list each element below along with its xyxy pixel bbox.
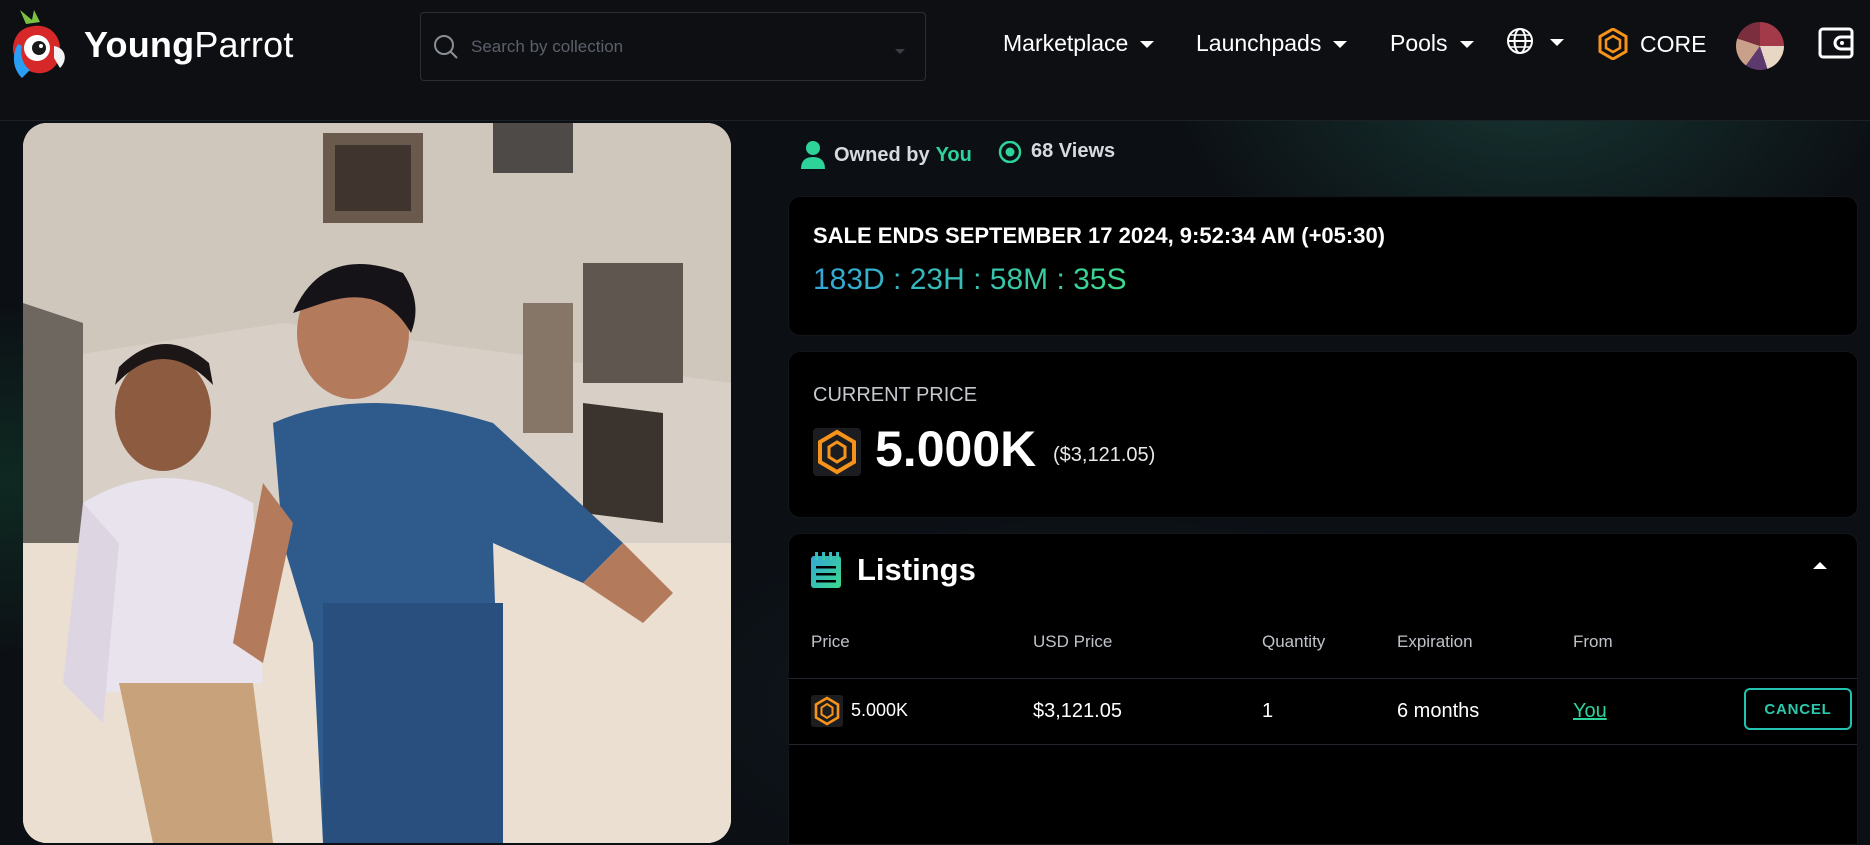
sale-end-title: SALE ENDS SEPTEMBER 17 2024, 9:52:34 AM …: [813, 223, 1386, 248]
col-expiration: Expiration: [1397, 632, 1473, 651]
nav-marketplace[interactable]: Marketplace: [1003, 30, 1155, 57]
row-expiration: 6 months: [1397, 700, 1480, 722]
nav-pools-label: Pools: [1390, 30, 1448, 56]
chevron-down-icon: [1550, 38, 1564, 46]
eye-icon: [998, 140, 1022, 163]
brand-bold: Young: [84, 24, 195, 65]
chevron-down-icon: [1459, 41, 1474, 48]
listings-panel: Listings Price USD Price Quantity Expira…: [788, 533, 1858, 845]
nav-launchpads[interactable]: Launchpads: [1196, 30, 1348, 57]
owner-link[interactable]: You: [936, 144, 972, 167]
notepad-icon: [809, 550, 843, 595]
top-navbar: YoungParrot Marketplace Launchpads Pools: [0, 0, 1870, 121]
nav-pools[interactable]: Pools: [1390, 30, 1474, 57]
owner-info: Owned by You: [800, 140, 972, 170]
chevron-down-icon: [1140, 41, 1155, 48]
view-count: 68 Views: [997, 140, 1115, 163]
user-icon: [801, 141, 825, 169]
row-from-link[interactable]: You: [1573, 700, 1607, 723]
col-quantity: Quantity: [1262, 632, 1326, 651]
search-input[interactable]: [469, 31, 873, 63]
col-usd-price: USD Price: [1033, 632, 1113, 651]
chain-selector[interactable]: CORE: [1598, 28, 1706, 60]
core-token-icon: [813, 428, 861, 476]
current-price-usd: ($3,121.05): [1053, 444, 1156, 466]
search-box[interactable]: [420, 12, 926, 81]
nav-launchpads-label: Launchpads: [1196, 30, 1322, 56]
core-token-icon: [1598, 28, 1628, 60]
language-selector[interactable]: [1506, 27, 1564, 55]
views-label: 68 Views: [1031, 140, 1116, 162]
owner-prefix: Owned by: [834, 143, 930, 166]
col-from: From: [1573, 632, 1613, 651]
table-divider: [789, 744, 1857, 745]
core-token-icon: [811, 695, 843, 727]
sale-countdown-card: SALE ENDS SEPTEMBER 17 2024, 9:52:34 AM …: [788, 196, 1858, 336]
brand-light: Parrot: [194, 24, 294, 65]
current-price-card: CURRENT PRICE 5.000K ($3,121.05): [788, 351, 1858, 518]
row-price: 5.000K: [851, 700, 909, 720]
nav-marketplace-label: Marketplace: [1003, 30, 1129, 56]
nft-image: [23, 123, 731, 843]
chain-label: CORE: [1640, 30, 1707, 57]
sale-countdown: 183D : 23H : 58M : 35S: [813, 263, 1127, 296]
current-price-label: CURRENT PRICE: [813, 384, 978, 406]
chevron-down-icon: [1333, 41, 1348, 48]
row-usd-price: $3,121.05: [1033, 700, 1122, 722]
brand-name[interactable]: YoungParrot: [84, 24, 294, 66]
col-price: Price: [811, 632, 850, 651]
globe-icon: [1507, 28, 1533, 54]
collapse-arrow-icon[interactable]: [1813, 562, 1827, 569]
row-quantity: 1: [1262, 700, 1274, 722]
search-dropdown-icon[interactable]: [895, 49, 905, 54]
parrot-logo-icon[interactable]: [4, 10, 68, 86]
table-divider: [789, 678, 1857, 679]
wallet-icon[interactable]: [1817, 24, 1855, 67]
user-avatar[interactable]: [1736, 22, 1784, 70]
search-icon: [434, 35, 458, 59]
cancel-listing-button[interactable]: CANCEL: [1744, 688, 1852, 730]
current-price-value: 5.000K: [875, 421, 1037, 477]
nft-artwork: [23, 123, 731, 843]
listings-title: Listings: [857, 552, 976, 587]
